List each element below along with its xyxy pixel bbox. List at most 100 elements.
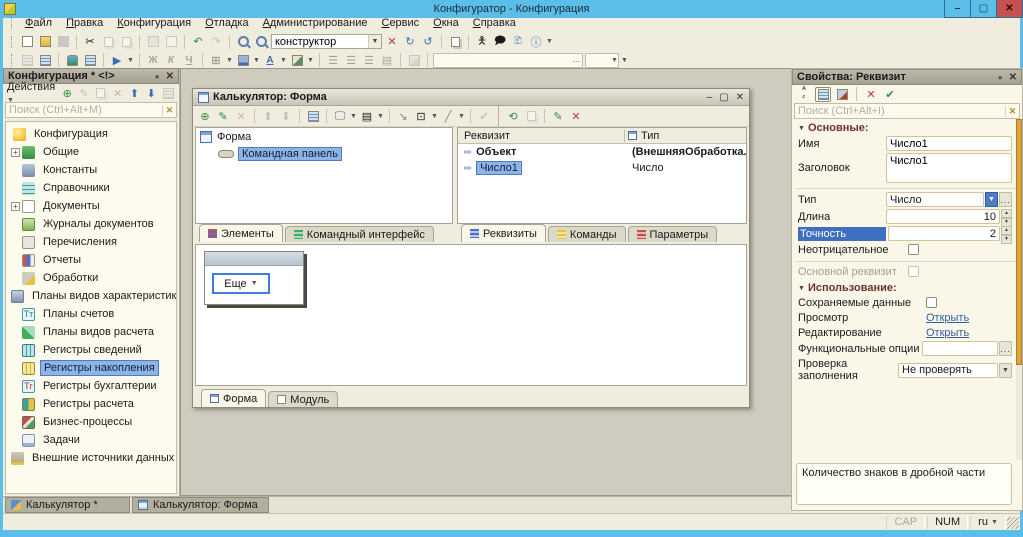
actions-menu-button[interactable]: Действия ▼	[7, 81, 57, 105]
tab-module[interactable]: Модуль	[268, 391, 338, 407]
config-tree-item[interactable]: Обработки	[6, 269, 176, 287]
panel-layout-dropdown-icon[interactable]: ▼	[431, 113, 438, 120]
group-by-category-icon[interactable]	[815, 87, 831, 102]
arrange-icon[interactable]: ↘	[395, 109, 411, 124]
undo-icon[interactable]: ↶	[190, 34, 206, 49]
run-debug-icon[interactable]: ▶	[109, 53, 125, 68]
edit-element-icon[interactable]: ✎	[215, 109, 231, 124]
preview-monitor-icon[interactable]: 🖵	[332, 109, 348, 124]
help-index-icon[interactable]: 🗈	[510, 34, 526, 49]
line-color-dropdown-icon[interactable]: ▼	[307, 57, 314, 64]
tab-parameters[interactable]: Параметры	[628, 226, 718, 242]
config-tree-item[interactable]: Планы счетов	[6, 305, 176, 323]
clear-search-icon[interactable]: ✕	[384, 34, 400, 49]
config-tree-item[interactable]: Журналы документов	[6, 215, 176, 233]
config-tree-item[interactable]: Бизнес-процессы	[6, 413, 176, 431]
pin-icon[interactable]: ●	[155, 72, 160, 81]
expand-icon[interactable]: +	[10, 148, 21, 157]
sort-icon[interactable]	[161, 86, 175, 101]
resize-grip[interactable]	[1007, 517, 1019, 529]
attribute-row-object[interactable]: ═Объект (ВнешняяОбработка.Калькуля...	[458, 144, 746, 160]
delete-icon[interactable]: ✕	[111, 86, 125, 101]
saved-data-checkbox[interactable]	[926, 297, 937, 308]
align-center-icon[interactable]: ☰	[343, 53, 359, 68]
italic-icon[interactable]: К	[163, 53, 179, 68]
find-next-icon[interactable]: ↻	[402, 34, 418, 49]
info-icon[interactable]: ⓘ	[528, 34, 544, 49]
tab-form[interactable]: Форма	[201, 389, 266, 407]
edit-icon[interactable]: ✎	[77, 86, 91, 101]
zoom-icon[interactable]	[253, 34, 269, 49]
close-panel-icon[interactable]: ✕	[166, 71, 174, 82]
check-form-icon[interactable]: ✔	[476, 109, 492, 124]
config-tree-item[interactable]: Регистры бухгалтерии	[6, 377, 176, 395]
menu-edit[interactable]: Правка	[60, 16, 109, 30]
move-up-icon[interactable]: ⬆	[128, 86, 142, 101]
reset-value-icon[interactable]: ✕	[863, 87, 879, 102]
align-left-icon[interactable]: ☰	[325, 53, 341, 68]
menu-configuration[interactable]: Конфигурация	[111, 16, 197, 30]
form-close-icon[interactable]: ✕	[736, 92, 744, 103]
clear-icon[interactable]: ✕	[162, 105, 176, 116]
bold-icon[interactable]: Ж	[145, 53, 161, 68]
redo-icon[interactable]: ↷	[208, 34, 224, 49]
close-button[interactable]	[996, 0, 1023, 18]
find-previous-icon[interactable]: ↺	[420, 34, 436, 49]
font-color-icon[interactable]: A	[262, 53, 278, 68]
toolbar-overflow-icon[interactable]: ▼	[546, 38, 553, 45]
save-icon[interactable]	[55, 34, 71, 49]
run-dropdown-icon[interactable]: ▼	[127, 57, 134, 64]
more-button[interactable]: Еще▼	[212, 273, 270, 294]
config-tree-item[interactable]: Внешние источники данных	[6, 449, 176, 467]
config-tree-item[interactable]: Регистры расчета	[6, 395, 176, 413]
add-icon[interactable]: ⊕	[60, 86, 74, 101]
picture-icon[interactable]	[406, 53, 422, 68]
move-up-icon[interactable]: ⬆	[260, 109, 276, 124]
fill-check-dropdown-button[interactable]: ▼	[999, 363, 1012, 378]
pen-style-icon[interactable]: ╱	[440, 109, 456, 124]
tab-attributes[interactable]: Реквизиты	[461, 224, 546, 242]
properties-search-input[interactable]	[795, 105, 1005, 117]
edit-form-wizard-icon[interactable]	[305, 109, 321, 124]
expand-icon[interactable]: +	[10, 202, 21, 211]
panel-layout-icon[interactable]: ⊡	[413, 109, 429, 124]
minimize-button[interactable]	[944, 0, 971, 18]
toolbar-overflow-icon[interactable]: ▼	[621, 57, 628, 64]
config-tree-item[interactable]: Планы видов расчета	[6, 323, 176, 341]
config-tree-item[interactable]: +Документы	[6, 197, 176, 215]
search-dropdown-button[interactable]: ▼	[368, 35, 381, 48]
style-ellipsis-icon[interactable]: ...	[570, 54, 582, 67]
list-settings-icon[interactable]: ▤	[359, 109, 375, 124]
cut-icon[interactable]: ✂	[82, 34, 98, 49]
layout-table-icon[interactable]	[37, 53, 53, 68]
menu-help[interactable]: Справка	[467, 16, 522, 30]
form-minimize-icon[interactable]: –	[707, 92, 713, 103]
list-settings-dropdown-icon[interactable]: ▼	[377, 113, 384, 120]
config-tree-item[interactable]: Справочники	[6, 179, 176, 197]
move-down-icon[interactable]: ⬇	[144, 86, 158, 101]
tab-commands[interactable]: Команды	[548, 226, 626, 242]
properties-scrollbar[interactable]	[1016, 119, 1022, 460]
section-main[interactable]: Основные:	[792, 119, 1022, 135]
view-open-link[interactable]: Открыть	[926, 312, 969, 324]
config-tree-item[interactable]: Планы видов характеристик	[6, 287, 176, 305]
align-justify-icon[interactable]: ▤	[379, 53, 395, 68]
copy-icon[interactable]	[100, 34, 116, 49]
close-properties-icon[interactable]: ✕	[1009, 72, 1017, 83]
global-search-icon[interactable]	[235, 34, 251, 49]
config-tree-item[interactable]: Задачи	[6, 431, 176, 449]
window-tab-calculator-form[interactable]: Калькулятор: Форма	[132, 497, 269, 513]
form-designer-titlebar[interactable]: Калькулятор: Форма – ▢ ✕	[193, 89, 749, 106]
length-spinner[interactable]: ▲▼	[1001, 209, 1012, 224]
menu-windows[interactable]: Окна	[427, 16, 465, 30]
line-color-icon[interactable]	[289, 53, 305, 68]
fill-color-icon[interactable]	[235, 53, 251, 68]
move-down-icon[interactable]: ⬇	[278, 109, 294, 124]
precision-spinner[interactable]: ▲▼	[1001, 226, 1012, 241]
configurator-user-icon[interactable]: 🯅	[474, 34, 490, 49]
underline-icon[interactable]: Ч	[181, 53, 197, 68]
clear-icon[interactable]: ✕	[1005, 106, 1019, 117]
config-tree-item[interactable]: +Общие	[6, 143, 176, 161]
config-tree-item[interactable]: Константы	[6, 161, 176, 179]
form-tree-root[interactable]: Форма	[196, 128, 452, 145]
